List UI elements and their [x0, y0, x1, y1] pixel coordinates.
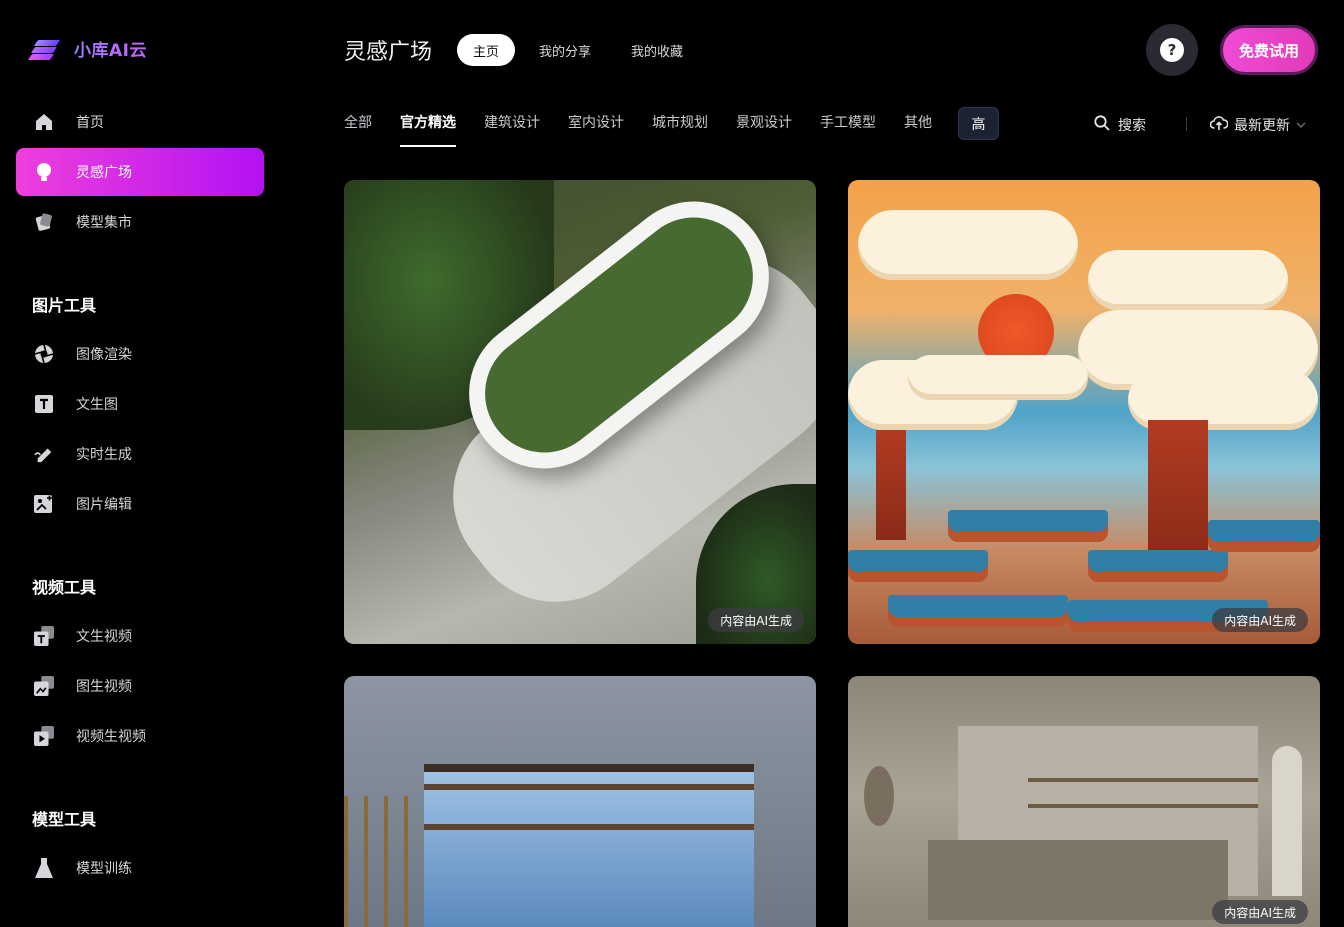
text-video-icon: [34, 626, 54, 646]
image-video-icon: [34, 676, 54, 696]
divider: [1186, 117, 1187, 131]
ai-generated-badge: 内容由AI生成: [1212, 900, 1308, 924]
sort-label: 最新更新: [1234, 118, 1290, 134]
sidebar-item-label: 视频生视频: [76, 729, 146, 745]
sort-dropdown[interactable]: 最新更新: [1209, 115, 1306, 135]
sidebar-item-realtime[interactable]: 实时生成: [16, 430, 264, 478]
gallery-card[interactable]: 内容由AI生成: [848, 676, 1320, 927]
category-filters: 全部 官方精选 建筑设计 室内设计 城市规划 景观设计 手工模型 其他: [344, 112, 932, 147]
logo-mark-icon: [27, 38, 61, 60]
flask-icon: [34, 858, 54, 878]
model-market-icon: [34, 212, 54, 232]
ai-generated-badge: 内容由AI生成: [1212, 608, 1308, 632]
sidebar-item-label: 模型训练: [76, 861, 132, 877]
brand-name: 小库AI云: [74, 36, 147, 61]
tab-home[interactable]: 主页: [457, 34, 516, 66]
sidebar-item-label: 首页: [76, 115, 104, 131]
sidebar-item-image-render[interactable]: 图像渲染: [16, 330, 264, 378]
help-icon: ?: [1160, 38, 1184, 62]
filter-urban-planning[interactable]: 城市规划: [652, 112, 708, 136]
gallery-card[interactable]: [344, 676, 816, 927]
ai-generated-badge: 内容由AI生成: [708, 608, 804, 632]
section-title-image-tools: 图片工具: [32, 296, 97, 315]
image-edit-icon: [34, 494, 54, 514]
sidebar-item-image-to-video[interactable]: 图生视频: [16, 662, 264, 710]
sidebar-item-label: 灵感广场: [76, 165, 132, 181]
sidebar-item-text-to-image[interactable]: 文生图: [16, 380, 264, 428]
filter-other[interactable]: 其他: [904, 112, 932, 136]
sidebar: 小库AI云 首页 灵感广场 模型集市 图片工具 图像渲染 文生图 实时生成 图片…: [0, 0, 280, 927]
sidebar-item-label: 图像渲染: [76, 347, 132, 363]
filter-handmade-model[interactable]: 手工模型: [820, 112, 876, 136]
section-title-model-tools: 模型工具: [32, 810, 97, 829]
sidebar-item-label: 模型集市: [76, 215, 132, 231]
filter-interior[interactable]: 室内设计: [568, 112, 624, 136]
pen-icon: [34, 444, 54, 464]
filter-architecture[interactable]: 建筑设计: [484, 112, 540, 136]
help-button[interactable]: ?: [1146, 24, 1198, 76]
video-video-icon: [34, 726, 54, 746]
search-button[interactable]: 搜索: [1094, 115, 1146, 135]
text-image-icon: [34, 394, 54, 414]
chevron-down-icon: [1296, 117, 1306, 133]
lightbulb-icon: [34, 162, 54, 182]
sidebar-item-model-training[interactable]: 模型训练: [16, 844, 264, 892]
free-trial-button[interactable]: 免费试用: [1220, 25, 1318, 75]
brand-logo[interactable]: 小库AI云: [27, 36, 147, 61]
sidebar-item-label: 实时生成: [76, 447, 132, 463]
sidebar-item-label: 图生视频: [76, 679, 132, 695]
page-title: 灵感广场: [344, 40, 433, 65]
home-icon: [34, 112, 54, 132]
aperture-icon: [34, 344, 54, 364]
sidebar-item-video-to-video[interactable]: 视频生视频: [16, 712, 264, 760]
sidebar-item-model-market[interactable]: 模型集市: [16, 198, 264, 246]
top-tabs: 主页 我的分享 我的收藏: [457, 34, 699, 66]
search-label: 搜索: [1118, 118, 1146, 134]
sidebar-item-label: 图片编辑: [76, 497, 132, 513]
cloud-upload-icon: [1209, 115, 1229, 135]
gallery-card[interactable]: 内容由AI生成: [848, 180, 1320, 644]
sidebar-item-image-edit[interactable]: 图片编辑: [16, 480, 264, 528]
tab-my-favorites[interactable]: 我的收藏: [615, 34, 699, 66]
sidebar-item-text-to-video[interactable]: 文生视频: [16, 612, 264, 660]
filter-high[interactable]: 高: [958, 107, 999, 140]
sidebar-item-label: 文生视频: [76, 629, 132, 645]
filter-all[interactable]: 全部: [344, 112, 372, 136]
filter-landscape[interactable]: 景观设计: [736, 112, 792, 136]
tab-my-shares[interactable]: 我的分享: [523, 34, 607, 66]
section-title-video-tools: 视频工具: [32, 578, 97, 597]
gallery-card[interactable]: 内容由AI生成: [344, 180, 816, 644]
sidebar-item-label: 文生图: [76, 397, 118, 413]
sidebar-item-inspiration[interactable]: 灵感广场: [16, 148, 264, 196]
search-icon: [1094, 115, 1110, 135]
filter-official[interactable]: 官方精选: [400, 112, 456, 147]
sidebar-item-home[interactable]: 首页: [16, 98, 264, 146]
